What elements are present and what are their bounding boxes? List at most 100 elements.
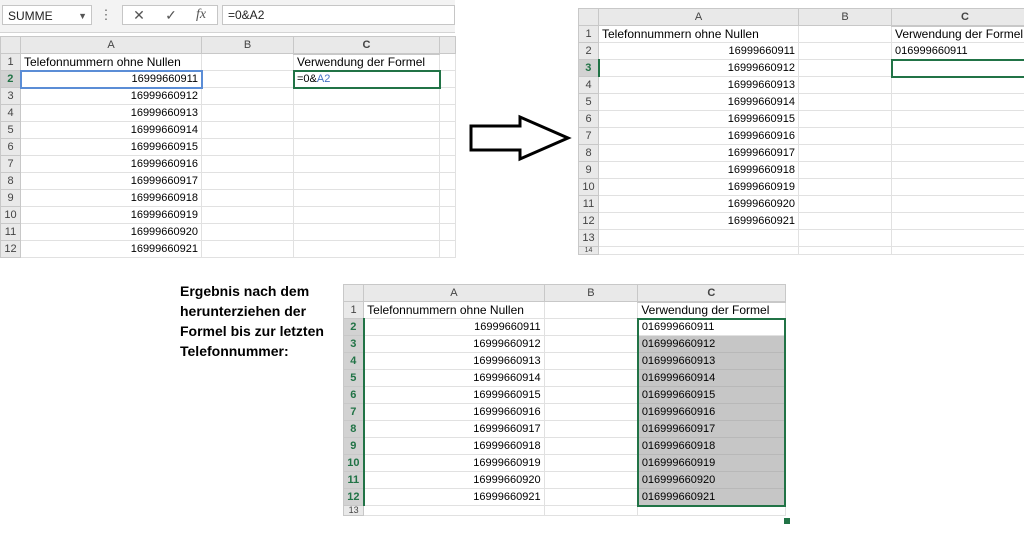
- cell-a[interactable]: 16999660919: [598, 178, 799, 196]
- row-header[interactable]: 4: [342, 352, 365, 370]
- cell-a[interactable]: 16999660914: [363, 369, 545, 387]
- cell-a[interactable]: [363, 505, 545, 516]
- fill-handle-icon[interactable]: [783, 517, 791, 525]
- cell-c[interactable]: [891, 229, 1024, 247]
- cell-c-result[interactable]: 016999660915: [636, 386, 787, 404]
- cell-b[interactable]: [543, 318, 639, 336]
- cell-b[interactable]: [201, 138, 294, 156]
- row-header[interactable]: 6: [578, 110, 599, 128]
- cell-a[interactable]: 16999660920: [20, 223, 202, 241]
- cell-a[interactable]: 16999660921: [20, 240, 202, 258]
- cell-c[interactable]: [293, 206, 440, 224]
- cell-a1[interactable]: Telefonnummern ohne Nullen: [598, 25, 799, 43]
- cell-c-result[interactable]: 016999660917: [636, 420, 787, 438]
- function-icon[interactable]: fx: [187, 6, 215, 24]
- cell-a[interactable]: 16999660914: [20, 121, 202, 139]
- column-header-a[interactable]: A: [20, 36, 202, 54]
- cell-c[interactable]: [891, 93, 1024, 111]
- cell-c[interactable]: [891, 144, 1024, 162]
- cell-b[interactable]: [798, 195, 892, 213]
- column-header-b[interactable]: B: [798, 8, 892, 26]
- cell-a[interactable]: 16999660918: [20, 189, 202, 207]
- row-header[interactable]: 11: [0, 223, 21, 241]
- row-header[interactable]: 3: [578, 59, 600, 77]
- cell-a2[interactable]: 16999660911: [598, 42, 799, 60]
- column-header-b[interactable]: B: [543, 284, 639, 302]
- cell-c-result[interactable]: 016999660911: [636, 317, 787, 336]
- cell-c-result[interactable]: 016999660920: [636, 471, 787, 489]
- cell-c[interactable]: [891, 246, 1024, 255]
- row-header[interactable]: 11: [342, 471, 365, 489]
- row-header[interactable]: 13: [578, 229, 599, 247]
- cell-b[interactable]: [543, 335, 639, 353]
- cell-c[interactable]: [891, 195, 1024, 213]
- row-header[interactable]: 10: [0, 206, 21, 224]
- cell-b[interactable]: [798, 246, 892, 255]
- cell-c-result[interactable]: 016999660914: [636, 369, 787, 387]
- cell-a[interactable]: 16999660921: [598, 212, 799, 230]
- cell-c[interactable]: [891, 161, 1024, 179]
- cell-b[interactable]: [543, 454, 639, 472]
- cell-c-result[interactable]: 016999660918: [636, 437, 787, 455]
- cell-a[interactable]: 16999660919: [363, 454, 545, 472]
- cell-d[interactable]: [439, 121, 456, 139]
- row-header[interactable]: 3: [0, 87, 21, 105]
- row-header[interactable]: 1: [342, 301, 365, 319]
- cell-b[interactable]: [798, 212, 892, 230]
- cell-b[interactable]: [543, 437, 639, 455]
- cell-c2-editing[interactable]: =0&A2: [292, 69, 441, 89]
- cancel-icon[interactable]: ✕: [125, 6, 153, 24]
- cell-b1[interactable]: [543, 301, 639, 319]
- cell-a[interactable]: 16999660916: [363, 403, 545, 421]
- name-box[interactable]: SUMME ▼: [2, 5, 92, 25]
- cell-c-result[interactable]: 016999660913: [636, 352, 787, 370]
- row-header[interactable]: 9: [0, 189, 21, 207]
- cell-d[interactable]: [439, 172, 456, 190]
- cell-b[interactable]: [543, 403, 639, 421]
- cell-b[interactable]: [543, 386, 639, 404]
- cell-a[interactable]: 16999660913: [20, 104, 202, 122]
- cell-a[interactable]: 16999660915: [598, 110, 799, 128]
- cell-b[interactable]: [201, 189, 294, 207]
- cell-a[interactable]: 16999660918: [363, 437, 545, 455]
- cell-c[interactable]: [891, 110, 1024, 128]
- cell-b[interactable]: [798, 59, 892, 77]
- row-header[interactable]: 9: [342, 437, 365, 455]
- cell-b[interactable]: [798, 161, 892, 179]
- cell-a2[interactable]: 16999660911: [19, 69, 203, 89]
- row-header[interactable]: 8: [578, 144, 599, 162]
- cell-b[interactable]: [798, 178, 892, 196]
- row-header[interactable]: 10: [342, 454, 365, 472]
- row-header[interactable]: 14: [578, 246, 599, 255]
- cell-a[interactable]: 16999660917: [363, 420, 545, 438]
- cell-a[interactable]: 16999660920: [598, 195, 799, 213]
- cell-b[interactable]: [543, 488, 639, 506]
- cell-b[interactable]: [201, 206, 294, 224]
- cell-b[interactable]: [201, 155, 294, 173]
- cell-c[interactable]: [637, 505, 786, 516]
- cell-a[interactable]: 16999660917: [598, 144, 799, 162]
- column-header-c[interactable]: C: [891, 8, 1024, 27]
- cell-b[interactable]: [798, 144, 892, 162]
- cell-d1[interactable]: [439, 53, 456, 71]
- cell-a[interactable]: 16999660911: [363, 318, 545, 336]
- cell-c2[interactable]: 016999660911: [891, 42, 1024, 60]
- cell-a[interactable]: [598, 246, 799, 255]
- cell-a[interactable]: 16999660914: [598, 93, 799, 111]
- cell-c[interactable]: [293, 155, 440, 173]
- cell-a[interactable]: [598, 229, 799, 247]
- cell-a[interactable]: 16999660921: [363, 488, 545, 506]
- cell-b[interactable]: [201, 87, 294, 105]
- cell-b[interactable]: [201, 121, 294, 139]
- cell-c[interactable]: [891, 212, 1024, 230]
- cell-c1[interactable]: Verwendung der Formel: [293, 53, 440, 71]
- enter-icon[interactable]: ✓: [157, 6, 185, 24]
- cell-a[interactable]: 16999660916: [598, 127, 799, 145]
- row-header[interactable]: 1: [0, 53, 21, 71]
- cell-b[interactable]: [798, 110, 892, 128]
- cell-a[interactable]: 16999660915: [363, 386, 545, 404]
- cell-d[interactable]: [439, 104, 456, 122]
- cell-a[interactable]: 16999660919: [20, 206, 202, 224]
- row-header[interactable]: 10: [578, 178, 599, 196]
- row-header[interactable]: 7: [342, 403, 365, 421]
